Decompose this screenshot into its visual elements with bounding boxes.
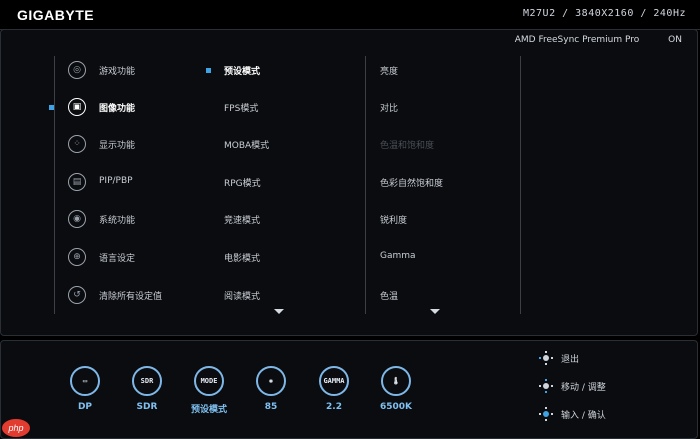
nav-hint-label: 输入 / 确认 bbox=[561, 410, 606, 421]
preset-mode-item[interactable]: RPG模式 bbox=[224, 176, 261, 189]
preset-mode-item[interactable]: 电影模式 bbox=[224, 251, 260, 264]
nav-hint: 输入 / 确认 bbox=[539, 407, 606, 421]
main-menu-item[interactable]: 系统功能 bbox=[99, 213, 135, 226]
column-divider-mid bbox=[365, 56, 366, 314]
preset-mode-item[interactable]: 阅读模式 bbox=[224, 289, 260, 302]
picture-setting-item[interactable]: 锐利度 bbox=[380, 213, 407, 226]
main-menu-item[interactable]: 语言设定 bbox=[99, 251, 135, 264]
status-value: 85 bbox=[264, 402, 278, 412]
status-value: SDR bbox=[136, 402, 158, 412]
gamma-icon: GAMMA bbox=[319, 366, 349, 396]
preset-mode-item[interactable]: 预设模式 bbox=[224, 64, 260, 77]
status-value: DP bbox=[77, 402, 93, 412]
mode-icon: MODE bbox=[194, 366, 224, 396]
picture-setting-item[interactable]: 亮度 bbox=[380, 64, 398, 77]
scroll-down-icon[interactable] bbox=[430, 309, 440, 314]
freesync-value: ON bbox=[668, 35, 682, 45]
temperature-icon: 🌡 bbox=[381, 366, 411, 396]
joystick-icon bbox=[539, 379, 553, 393]
globe-icon: ⊕ bbox=[68, 248, 86, 266]
gamepad-icon: ◎ bbox=[68, 61, 86, 79]
status-value: 6500K bbox=[379, 402, 413, 412]
picture-icon: ▣ bbox=[68, 98, 86, 116]
picture-setting-item[interactable]: 色彩自然饱和度 bbox=[380, 176, 443, 189]
picture-setting-item[interactable]: 色温 bbox=[380, 289, 398, 302]
brightness-icon: ✺ bbox=[256, 366, 286, 396]
nav-hint: 移动 / 调整 bbox=[539, 379, 606, 393]
model-info: M27U2 / 3840X2160 / 240Hz bbox=[522, 8, 686, 19]
joystick-icon bbox=[539, 407, 553, 421]
system-icon: ◉ bbox=[68, 210, 86, 228]
main-menu-item[interactable]: 显示功能 bbox=[99, 138, 135, 151]
picture-setting-item: 色温和饱和度 bbox=[380, 141, 435, 151]
preset-mode-item[interactable]: FPS模式 bbox=[224, 101, 258, 114]
freesync-status: AMD FreeSync Premium Pro ON bbox=[515, 35, 682, 45]
selection-marker bbox=[49, 105, 54, 110]
column-divider-left bbox=[54, 56, 55, 314]
display-icon: ⁘ bbox=[68, 135, 86, 153]
status-value: 2.2 bbox=[326, 402, 342, 412]
top-bar: GIGABYTE M27U2 / 3840X2160 / 240Hz bbox=[0, 0, 700, 30]
main-menu-item[interactable]: 清除所有设定值 bbox=[99, 289, 162, 302]
nav-hint-label: 退出 bbox=[561, 354, 580, 365]
picture-setting-item[interactable]: Gamma bbox=[380, 251, 416, 261]
preset-mode-item[interactable]: MOBA模式 bbox=[224, 138, 269, 151]
main-menu-item[interactable]: 游戏功能 bbox=[99, 64, 135, 77]
selection-marker bbox=[206, 68, 211, 73]
main-menu-item[interactable]: PIP/PBP bbox=[99, 176, 133, 186]
brand-logo: GIGABYTE bbox=[17, 7, 95, 23]
joystick-icon bbox=[539, 351, 553, 365]
sdr-icon: SDR bbox=[132, 366, 162, 396]
status-value: 预设模式 bbox=[190, 405, 227, 415]
scroll-down-icon[interactable] bbox=[274, 309, 284, 314]
nav-hint: 退出 bbox=[539, 351, 579, 365]
column-divider-right bbox=[520, 56, 521, 314]
pip-icon: ▤ bbox=[68, 173, 86, 191]
picture-setting-item[interactable]: 对比 bbox=[380, 101, 398, 114]
reset-icon: ↺ bbox=[68, 286, 86, 304]
php-watermark: php bbox=[2, 419, 30, 437]
freesync-label: AMD FreeSync Premium Pro bbox=[514, 35, 640, 45]
preset-mode-item[interactable]: 竞速模式 bbox=[224, 213, 260, 226]
main-menu-item[interactable]: 图像功能 bbox=[99, 101, 135, 114]
input-icon: ▭ bbox=[70, 366, 100, 396]
nav-hint-label: 移动 / 调整 bbox=[561, 382, 606, 393]
